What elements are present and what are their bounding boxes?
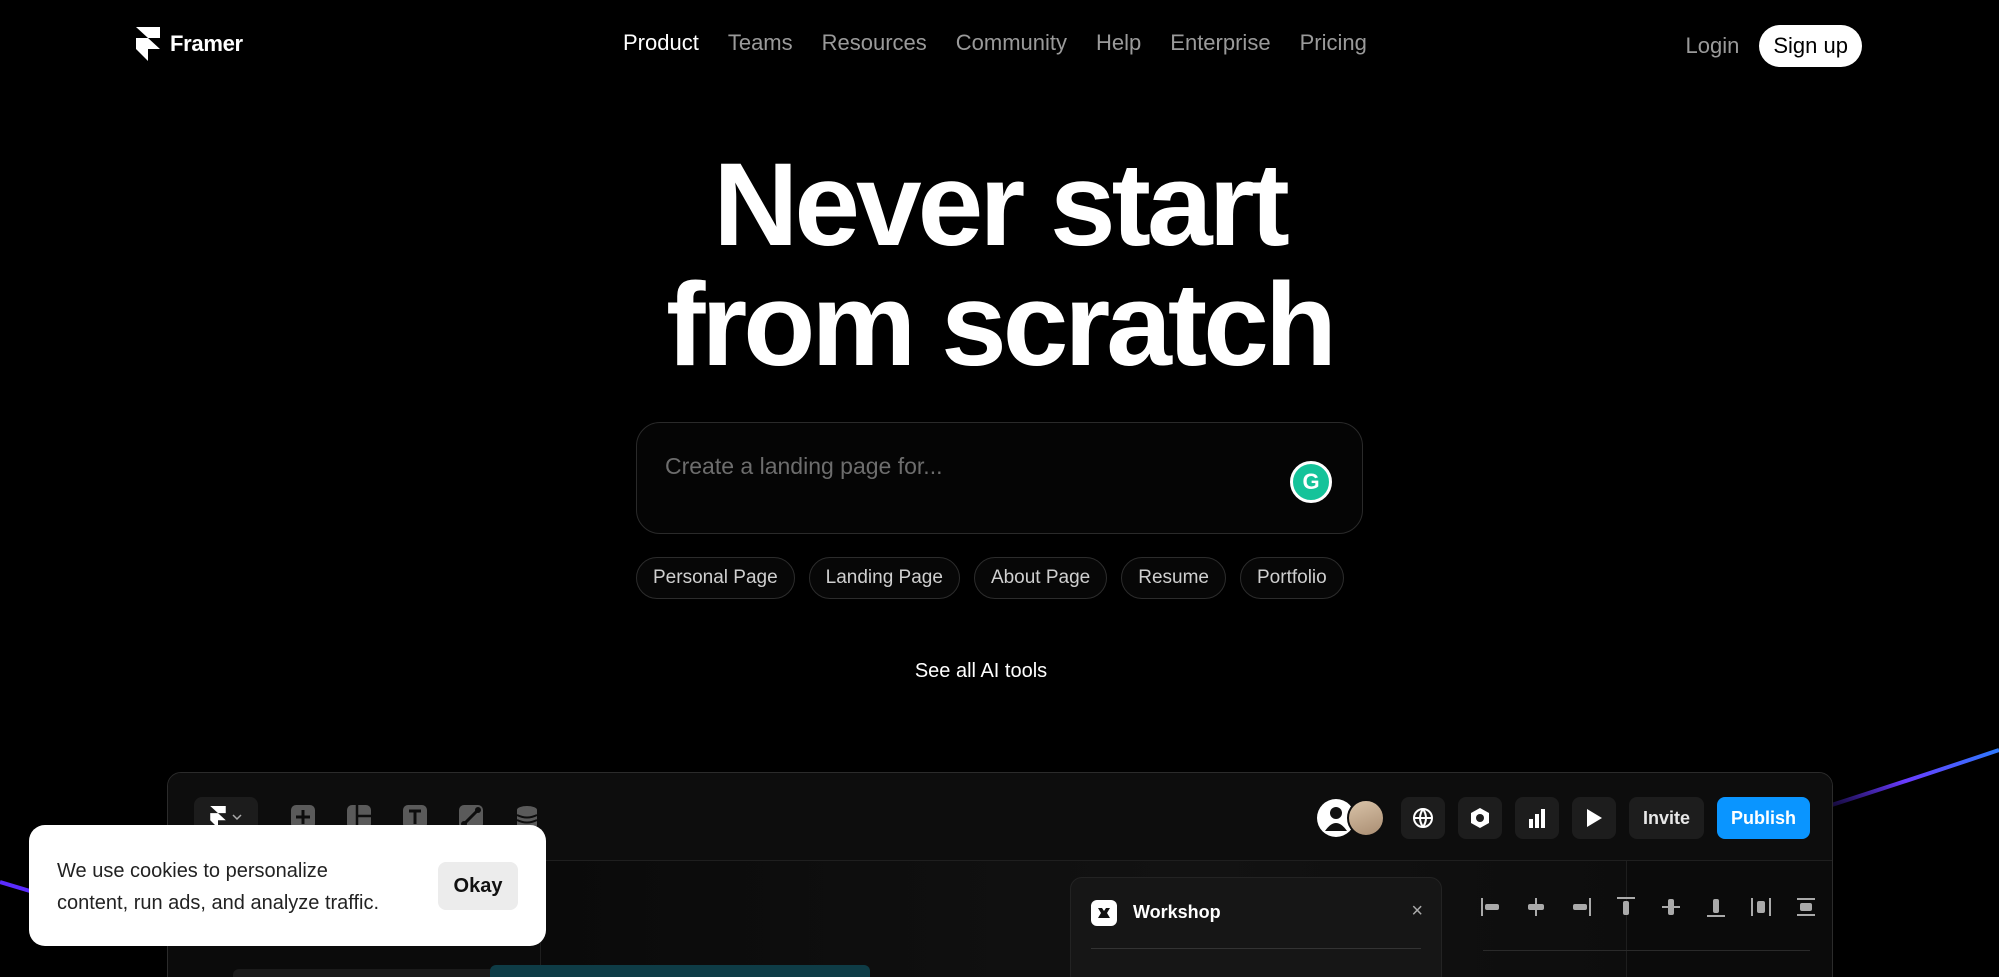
hero-title-line-1: Never start bbox=[713, 139, 1290, 271]
workshop-icon bbox=[1091, 900, 1117, 926]
align-toolbar bbox=[1478, 894, 1819, 920]
menu-item-product[interactable]: Product bbox=[623, 30, 699, 56]
menu-item-teams[interactable]: Teams bbox=[728, 30, 793, 56]
prompt-placeholder: Create a landing page for... bbox=[665, 453, 943, 479]
auth-links: Login Sign up bbox=[1686, 25, 1862, 67]
workshop-panel: Workshop × bbox=[1070, 877, 1442, 977]
logo-text: Framer bbox=[170, 31, 243, 56]
hero-title-line-2: from scratch bbox=[666, 259, 1337, 391]
cookie-text: We use cookies to personalize content, r… bbox=[57, 860, 380, 914]
align-left-icon[interactable] bbox=[1478, 894, 1504, 920]
hero-title: Never start from scratch bbox=[0, 145, 1999, 385]
distribute-h-icon[interactable] bbox=[1748, 894, 1774, 920]
cookie-okay-button[interactable]: Okay bbox=[438, 862, 518, 910]
see-all-ai-tools-link[interactable]: See all AI tools bbox=[0, 660, 1962, 683]
chip-landing-page[interactable]: Landing Page bbox=[808, 557, 960, 599]
menu-item-enterprise[interactable]: Enterprise bbox=[1170, 30, 1270, 56]
play-icon[interactable] bbox=[1571, 797, 1616, 839]
align-center-v-icon[interactable] bbox=[1658, 894, 1684, 920]
menu-item-pricing[interactable]: Pricing bbox=[1300, 30, 1367, 56]
avatar bbox=[1346, 799, 1385, 837]
chip-personal-page[interactable]: Personal Page bbox=[636, 557, 795, 599]
layers-item bbox=[233, 969, 519, 977]
invite-button[interactable]: Invite bbox=[1628, 797, 1704, 839]
signup-button[interactable]: Sign up bbox=[1759, 25, 1862, 67]
ai-prompt-input[interactable]: Create a landing page for... G bbox=[636, 422, 1363, 534]
collaborators[interactable] bbox=[1316, 799, 1385, 837]
user-icon bbox=[1324, 807, 1347, 831]
prompt-suggestions: Personal Page Landing Page About Page Re… bbox=[636, 557, 1344, 599]
canvas-frame bbox=[490, 965, 870, 977]
framer-logo[interactable]: Framer bbox=[136, 27, 243, 61]
publish-button[interactable]: Publish bbox=[1716, 797, 1810, 839]
grammarly-icon[interactable]: G bbox=[1290, 461, 1332, 503]
toolbar-actions: Invite Publish bbox=[1316, 797, 1810, 839]
close-icon[interactable]: × bbox=[1411, 900, 1423, 923]
top-nav: Framer Product Teams Resources Community… bbox=[0, 0, 1999, 92]
chip-portfolio[interactable]: Portfolio bbox=[1240, 557, 1344, 599]
glow-right bbox=[1810, 748, 1999, 814]
menu-item-help[interactable]: Help bbox=[1096, 30, 1141, 56]
cookie-banner: We use cookies to personalize content, r… bbox=[29, 825, 546, 946]
workshop-title: Workshop bbox=[1133, 902, 1221, 922]
divider bbox=[1483, 950, 1810, 951]
align-top-icon[interactable] bbox=[1613, 894, 1639, 920]
chip-resume[interactable]: Resume bbox=[1121, 557, 1226, 599]
align-bottom-icon[interactable] bbox=[1703, 894, 1729, 920]
hexagon-icon[interactable] bbox=[1457, 797, 1502, 839]
divider bbox=[1091, 948, 1421, 949]
chip-about-page[interactable]: About Page bbox=[973, 557, 1108, 599]
analytics-icon[interactable] bbox=[1514, 797, 1559, 839]
chevron-down-icon bbox=[232, 814, 242, 821]
globe-icon[interactable] bbox=[1400, 797, 1445, 839]
distribute-v-icon[interactable] bbox=[1793, 894, 1819, 920]
menu-item-resources[interactable]: Resources bbox=[822, 30, 927, 56]
framer-logo-icon bbox=[136, 27, 160, 61]
align-center-h-icon[interactable] bbox=[1523, 894, 1549, 920]
main-menu: Product Teams Resources Community Help E… bbox=[623, 30, 1396, 56]
align-right-icon[interactable] bbox=[1568, 894, 1594, 920]
login-link[interactable]: Login bbox=[1686, 33, 1740, 59]
menu-item-community[interactable]: Community bbox=[956, 30, 1067, 56]
